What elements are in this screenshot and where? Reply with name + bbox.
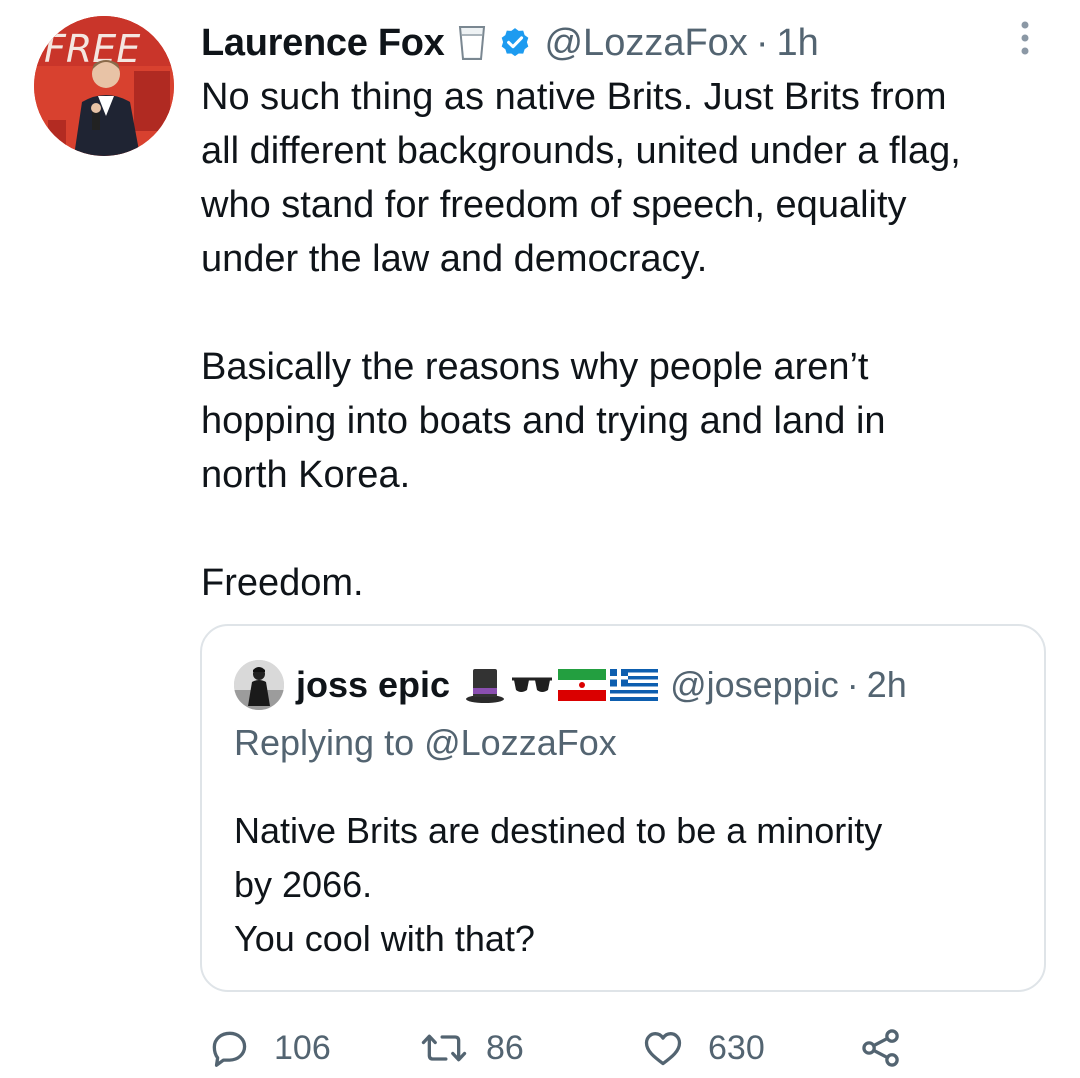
quoted-tweet-text: Native Brits are destined to be a minori… — [234, 810, 883, 959]
greece-flag-icon — [610, 669, 662, 701]
reply-icon — [206, 1026, 252, 1070]
reply-count: 106 — [274, 1028, 331, 1067]
glass-of-milk-icon — [458, 25, 486, 61]
like-icon — [640, 1026, 686, 1070]
tweet-text: No such thing as native Brits. Just Brit… — [201, 76, 961, 604]
retweet-button[interactable]: 86 — [420, 1026, 524, 1070]
quoted-separator-dot: · — [846, 664, 859, 705]
quoted-tweet[interactable]: joss epic @joseppic · 2h Replying to @Lo… — [200, 624, 1046, 992]
share-button[interactable] — [858, 1026, 904, 1070]
author-avatar[interactable]: FREE — [34, 16, 174, 156]
iran-flag-icon — [558, 669, 610, 701]
sunglasses-icon — [510, 675, 558, 695]
quoted-author-name[interactable]: joss epic — [296, 664, 450, 706]
tweet-header: Laurence Fox @LozzaFox · 1h — [201, 18, 819, 68]
avatar-sign-text: FREE — [44, 27, 140, 71]
replying-to[interactable]: Replying to @LozzaFox — [234, 722, 617, 764]
quoted-name-emojis — [464, 666, 662, 704]
retweet-icon — [420, 1026, 468, 1070]
action-bar: 106 86 630 — [0, 1020, 1080, 1076]
top-hat-icon — [464, 666, 510, 704]
retweet-count: 86 — [486, 1028, 524, 1067]
tweet-time[interactable]: 1h — [776, 22, 818, 65]
like-button[interactable]: 630 — [640, 1026, 765, 1070]
share-icon — [858, 1026, 904, 1070]
separator-dot: · — [755, 21, 769, 64]
reply-button[interactable]: 106 — [206, 1026, 331, 1070]
quoted-author-avatar[interactable] — [234, 660, 284, 710]
author-name[interactable]: Laurence Fox — [201, 22, 445, 65]
like-count: 630 — [708, 1028, 765, 1067]
author-handle[interactable]: @LozzaFox — [544, 22, 747, 65]
verified-badge-icon — [498, 26, 532, 60]
quoted-author-handle[interactable]: @joseppic — [670, 664, 839, 706]
more-options-icon[interactable] — [1018, 20, 1032, 56]
quoted-tweet-header: joss epic @joseppic · 2h — [234, 660, 907, 710]
quoted-tweet-time[interactable]: 2h — [867, 664, 907, 706]
